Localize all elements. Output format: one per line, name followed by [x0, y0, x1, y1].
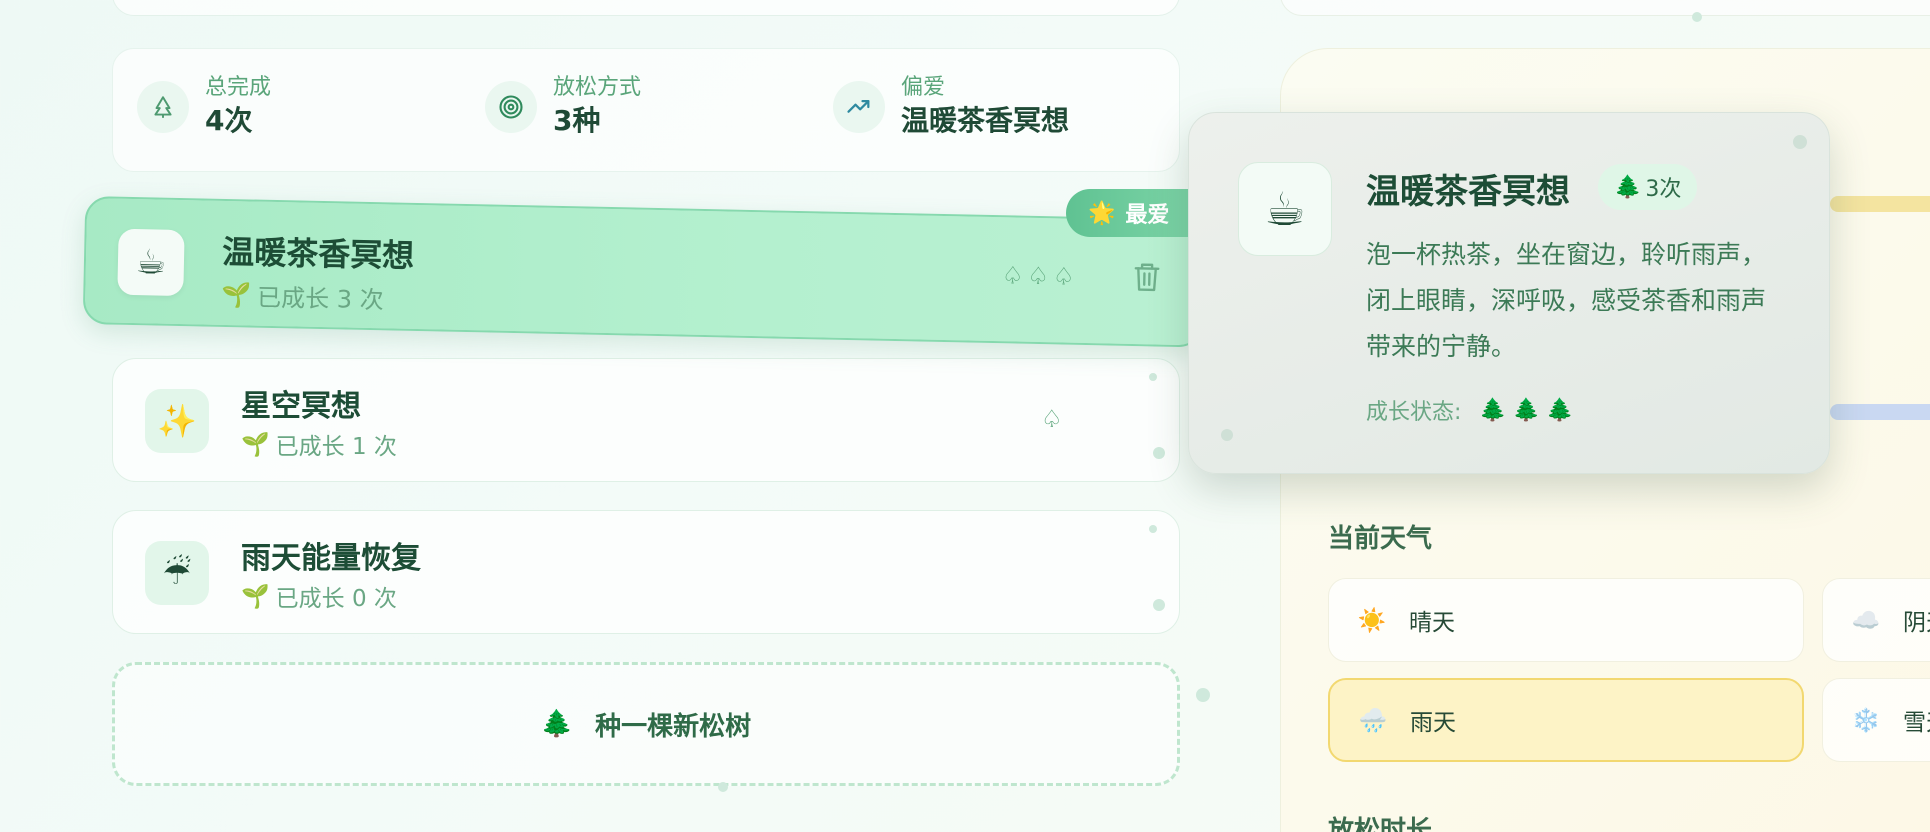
- stat-label: 放松方式: [553, 75, 642, 100]
- growth-trees: ♤: [1041, 405, 1063, 433]
- stat-methods: 放松方式 3种: [485, 75, 641, 140]
- growth-count: 已成长 1 次: [275, 434, 397, 460]
- list-item[interactable]: ✨ 星空冥想 🌱 已成长 1 次 ♤: [112, 358, 1180, 482]
- growth-count: 已成长 3 次: [256, 283, 384, 315]
- coffee-icon: ☕: [117, 228, 185, 297]
- decor-dot: [1692, 12, 1702, 22]
- stat-value: 3种: [553, 104, 601, 138]
- list-item[interactable]: ☔ 雨天能量恢复 🌱 已成长 0 次: [112, 510, 1180, 634]
- decor-dot: [1153, 447, 1165, 459]
- sprout-icon: 🌱: [221, 280, 252, 310]
- weather-label: 雨天: [1410, 710, 1456, 736]
- sprout-icon: 🌱: [241, 431, 270, 458]
- pine-tree-icon: 🌲: [540, 709, 574, 739]
- decor-dot: [1153, 599, 1165, 611]
- umbrella-icon: ☔: [145, 541, 209, 605]
- favorite-label: 最爱: [1125, 203, 1170, 228]
- sparkles-icon: ✨: [145, 389, 209, 453]
- popover-description: 泡一杯热茶，坐在窗边，聆听雨声，闭上眼睛，深呼吸，感受茶香和雨声带来的宁静。: [1366, 240, 1767, 361]
- weather-section-label: 当前天气: [1328, 524, 1433, 554]
- sun-icon: ☀️: [1357, 607, 1387, 634]
- weather-label: 晴天: [1409, 610, 1455, 636]
- card-subtitle: 🌱 已成长 1 次: [241, 427, 397, 461]
- coffee-icon: ☕: [1238, 162, 1332, 256]
- stat-value: 4次: [205, 104, 253, 138]
- star-icon: 🌟: [1088, 200, 1116, 226]
- stat-label: 偏爱: [901, 75, 946, 100]
- growth-count: 已成长 0 次: [275, 586, 397, 612]
- plant-new-tree-button[interactable]: 🌲 种一棵新松树: [112, 662, 1180, 786]
- decor-stripe: [1830, 196, 1930, 212]
- growth-state-trees: 🌲🌲🌲: [1479, 397, 1580, 423]
- trend-up-icon: [833, 81, 885, 134]
- weather-option-rainy[interactable]: 🌧️ 雨天: [1328, 678, 1804, 762]
- decor-dot: [1221, 429, 1233, 441]
- cloud-icon: ☁️: [1851, 607, 1881, 634]
- card-title: 雨天能量恢复: [241, 541, 421, 576]
- growth-trees: ♤♤♤: [1001, 261, 1079, 291]
- weather-option-cloudy[interactable]: ☁️ 阴天: [1822, 578, 1930, 662]
- popover-count-badge: 🌲 3次: [1598, 164, 1698, 210]
- popover-growth-state: 成长状态: 🌲🌲🌲: [1366, 394, 1580, 426]
- card-title: 星空冥想: [241, 389, 361, 424]
- decor-dot: [718, 782, 728, 792]
- card-subtitle: 🌱 已成长 0 次: [241, 579, 397, 613]
- pine-tree-icon: 🌲: [1614, 174, 1642, 200]
- decor-stripe: [1830, 404, 1930, 420]
- weather-label: 阴天: [1903, 610, 1930, 636]
- snowflake-icon: ❄️: [1851, 707, 1881, 734]
- stat-favorite: 偏爱 温暖茶香冥想: [833, 75, 1069, 140]
- decor-dot: [1793, 135, 1807, 149]
- target-icon: [485, 81, 537, 134]
- weather-label: 雪天: [1903, 710, 1930, 736]
- previous-right-panel-fragment: [1280, 0, 1930, 16]
- popover-title: 温暖茶香冥想: [1366, 172, 1570, 212]
- decor-dot: [1196, 688, 1210, 702]
- tree-outline-icon: [137, 81, 189, 134]
- trash-icon[interactable]: [1131, 260, 1162, 299]
- favorite-badge: 🌟 最爱: [1066, 189, 1202, 237]
- duration-section-label: 放松时长: [1328, 816, 1433, 832]
- weather-option-sunny[interactable]: ☀️ 晴天: [1328, 578, 1804, 662]
- stats-bar: 总完成 4次 放松方式 3种 偏爱 温暖茶香冥想: [112, 48, 1180, 172]
- growth-state-label: 成长状态:: [1366, 400, 1462, 425]
- stat-total: 总完成 4次: [137, 75, 271, 140]
- card-subtitle: 🌱 已成长 3 次: [221, 277, 384, 315]
- card-title: 温暖茶香冥想: [221, 232, 415, 275]
- previous-panel-fragment: [112, 0, 1180, 16]
- plant-button-label: 种一棵新松树: [595, 711, 752, 742]
- decor-dot: [1149, 525, 1157, 533]
- stat-label: 总完成: [205, 75, 272, 100]
- decor-dot: [1149, 373, 1157, 381]
- popover-count: 3次: [1645, 177, 1682, 202]
- list-item-active[interactable]: ☕ 温暖茶香冥想 🌱 已成长 3 次 ♤♤♤: [82, 196, 1206, 348]
- rain-cloud-icon: 🌧️: [1358, 707, 1388, 734]
- sprout-icon: 🌱: [241, 583, 270, 610]
- weather-option-snowy[interactable]: ❄️ 雪天: [1822, 678, 1930, 762]
- stat-value: 温暖茶香冥想: [901, 104, 1070, 138]
